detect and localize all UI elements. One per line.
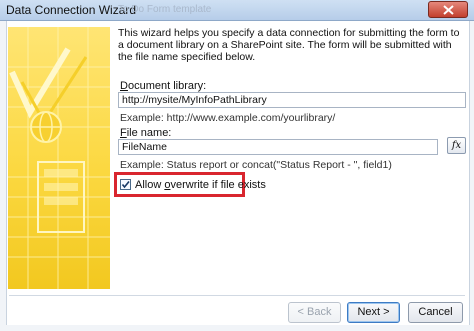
wizard-description: This wizard helps you specify a data con… — [118, 27, 460, 63]
file-name-input[interactable] — [118, 139, 438, 155]
document-library-input[interactable] — [118, 92, 466, 108]
infopath-decoration-icon — [8, 27, 110, 289]
checkmark-icon — [121, 180, 130, 189]
next-button[interactable]: Next > — [347, 302, 400, 323]
file-name-label-text: ile name: — [126, 127, 172, 139]
document-library-label: Document library: — [120, 80, 206, 92]
file-name-label: File name: — [120, 127, 171, 139]
file-name-accel: F — [120, 127, 127, 139]
file-name-example: Example: Status report or concat("Status… — [120, 159, 392, 171]
function-icon: fx — [451, 140, 462, 151]
background-window-title: To Do Form template — [118, 4, 212, 15]
allow-overwrite-checkbox[interactable] — [120, 179, 131, 190]
allow-overwrite-label[interactable]: Allow overwrite if file exists — [135, 179, 266, 191]
back-button[interactable]: < Back — [288, 302, 341, 323]
title-bar: Data Connection Wizard To Do Form templa… — [0, 0, 474, 21]
window-title: Data Connection Wizard — [6, 3, 137, 17]
document-library-accel: D — [120, 80, 128, 92]
wizard-decoration — [8, 27, 110, 289]
footer-separator — [9, 295, 465, 296]
document-library-label-text: ocument library: — [127, 80, 207, 92]
close-icon — [443, 5, 454, 15]
cancel-button[interactable]: Cancel — [408, 302, 463, 323]
document-library-example: Example: http://www.example.com/yourlibr… — [120, 112, 336, 124]
insert-formula-button[interactable]: fx — [447, 137, 466, 154]
close-button[interactable] — [428, 1, 468, 18]
